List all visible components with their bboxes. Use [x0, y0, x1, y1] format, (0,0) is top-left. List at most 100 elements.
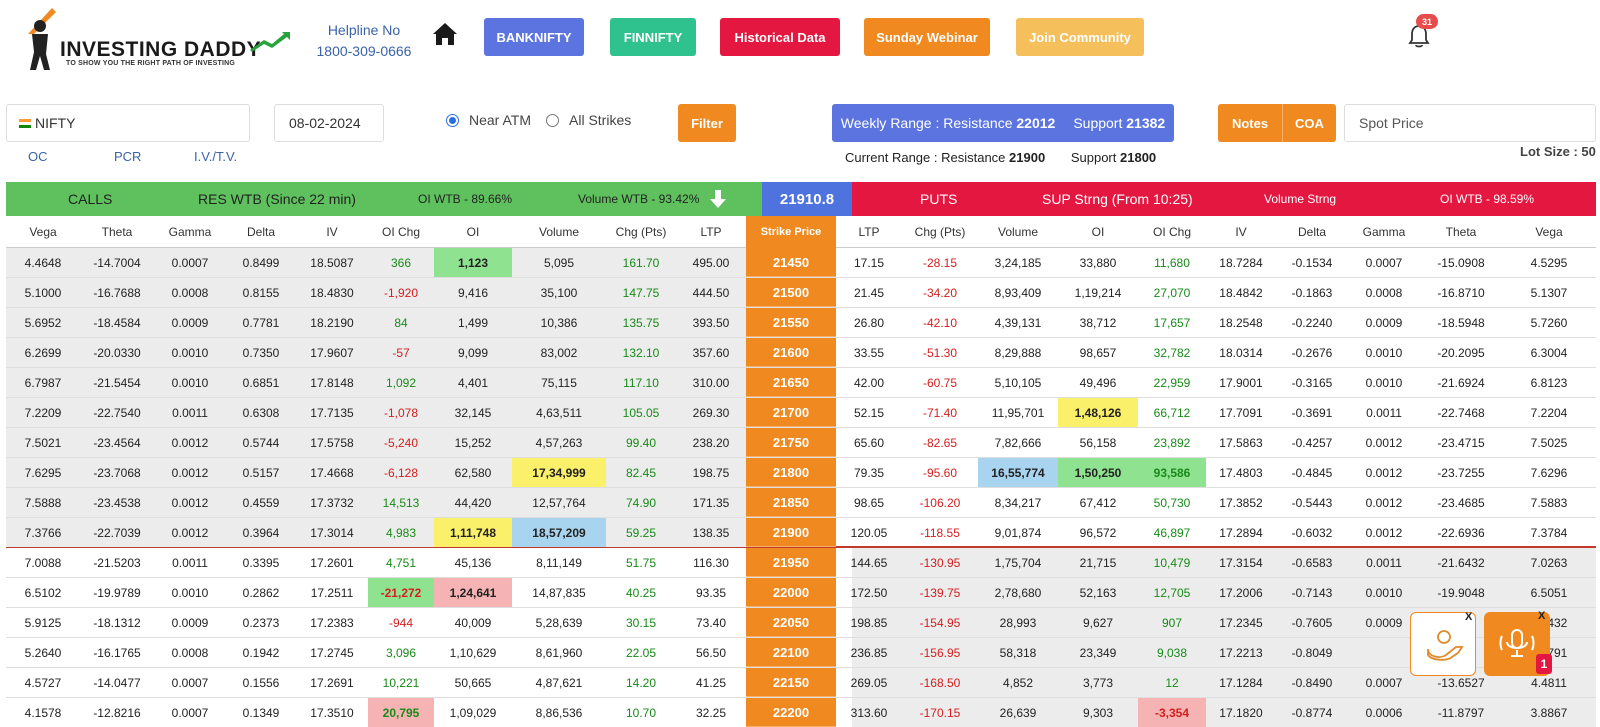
cell-puts-chg-pts: -154.95 [919, 615, 961, 630]
cell-strike-price[interactable]: 21700 [746, 398, 836, 427]
cell-calls-volume: 75,115 [541, 375, 577, 390]
cell-strike-price[interactable]: 22100 [746, 638, 836, 667]
table-row: 6.5102 -19.9789 0.0010 0.2862 17.2511 -21,272… [6, 578, 1596, 608]
cell-calls-iv: 17.2383 [310, 615, 354, 630]
col-header-calls-delta: Delta [246, 225, 275, 239]
cell-puts-gamma: 0.0007 [1365, 255, 1403, 270]
cell-calls-oi-chg: 366 [390, 255, 412, 270]
cell-puts-vega: 3.8867 [1530, 705, 1568, 720]
cell-puts-iv: 17.2894 [1219, 525, 1263, 540]
home-icon[interactable] [432, 22, 458, 46]
cell-calls-vega: 7.6295 [24, 465, 62, 480]
logo-text: INVESTING DADDY [60, 38, 262, 61]
cell-puts-chg-pts: -156.95 [919, 645, 961, 660]
cell-puts-vega: 7.5883 [1530, 495, 1568, 510]
cell-calls-volume: 35,100 [540, 285, 578, 300]
cell-puts-theta: -15.0908 [1437, 255, 1485, 270]
cell-puts-volume: 16,55,774 [978, 458, 1058, 487]
cell-strike-price[interactable]: 21450 [746, 248, 836, 277]
all-strikes-radio[interactable]: All Strikes [546, 112, 631, 128]
cell-calls-oi-chg: 4,751 [385, 555, 417, 570]
cell-strike-price[interactable]: 22150 [746, 668, 836, 697]
tab-pcr[interactable]: PCR [114, 149, 141, 164]
filter-button[interactable]: Filter [678, 104, 736, 142]
cell-calls-gamma: 0.0012 [171, 465, 209, 480]
cell-strike-price[interactable]: 21500 [746, 278, 836, 307]
cell-calls-theta: -18.4584 [93, 315, 141, 330]
symbol-select[interactable]: NIFTY [6, 104, 250, 142]
cell-calls-oi-chg: -6,128 [383, 465, 419, 480]
cell-puts-volume: 28,993 [999, 615, 1037, 630]
cell-strike-price[interactable]: 22050 [746, 608, 836, 637]
cell-strike-price[interactable]: 21750 [746, 428, 836, 457]
cell-puts-oi: 21,715 [1079, 555, 1117, 570]
cell-calls-theta: -23.7068 [93, 465, 141, 480]
col-header-puts-vega: Vega [1535, 225, 1563, 239]
cell-strike-price[interactable]: 21850 [746, 488, 836, 517]
col-header-strike-price: Strike Price [746, 216, 836, 248]
close-icon[interactable]: X [1538, 610, 1545, 622]
cell-puts-oi-chg: 93,586 [1138, 458, 1206, 487]
cell-puts-volume: 5,10,105 [994, 375, 1042, 390]
expiry-date-input[interactable]: 08-02-2024 [274, 104, 384, 142]
cell-puts-theta: -23.7255 [1437, 465, 1485, 480]
cell-puts-ltp: 198.85 [850, 615, 888, 630]
spot-price-input[interactable]: Spot Price [1344, 104, 1596, 142]
cell-strike-price[interactable]: 22200 [746, 698, 836, 727]
cell-calls-iv: 18.5087 [310, 255, 354, 270]
notes-button[interactable]: Notes [1218, 104, 1282, 142]
cell-calls-ltp: 73.40 [695, 615, 727, 630]
cell-puts-ltp: 26.80 [853, 315, 885, 330]
cell-calls-vega: 5.6952 [24, 315, 62, 330]
near-atm-radio[interactable]: Near ATM [446, 112, 531, 128]
col-header-calls-volume: Volume [538, 225, 580, 239]
cell-calls-delta: 0.7781 [242, 315, 280, 330]
cell-puts-delta: -0.8049 [1291, 645, 1333, 660]
cell-puts-delta: -0.1863 [1291, 285, 1333, 300]
cell-strike-price[interactable]: 21650 [746, 368, 836, 397]
cell-puts-chg-pts: -130.95 [919, 555, 961, 570]
cell-calls-chg-pts: 82.45 [625, 465, 657, 480]
cell-calls-delta: 0.3964 [242, 525, 280, 540]
cell-calls-oi-chg: 1,092 [385, 375, 417, 390]
cell-puts-chg-pts: -106.20 [919, 495, 961, 510]
brand-logo[interactable]: INVESTING DADDY TO SHOW YOU THE RIGHT PA… [18, 4, 298, 74]
puts-sup-strng: SUP Strng (From 10:25) [1042, 191, 1193, 207]
cell-strike-price[interactable]: 22000 [746, 578, 836, 607]
cell-strike-price[interactable]: 21900 [746, 518, 836, 547]
cell-calls-chg-pts: 117.10 [623, 375, 659, 390]
cell-calls-oi-chg: 20,795 [368, 698, 434, 727]
cell-calls-oi: 44,420 [454, 495, 492, 510]
cell-calls-oi-chg: -1,078 [383, 405, 419, 420]
nav-sunday-webinar-button[interactable]: Sunday Webinar [864, 18, 990, 56]
cell-puts-ltp: 42.00 [853, 375, 885, 390]
cell-strike-price[interactable]: 21550 [746, 308, 836, 337]
tab-iv-tv[interactable]: I.V./T.V. [194, 149, 237, 164]
genie-widget[interactable]: X [1410, 611, 1476, 676]
helpline[interactable]: Helpline No 1800-309-0666 [312, 20, 416, 62]
cell-calls-theta: -22.7039 [93, 525, 141, 540]
close-icon[interactable]: X [1465, 611, 1472, 623]
puts-oi-wtb: OI WTB - 98.59% [1440, 192, 1535, 206]
cell-puts-oi: 33,880 [1079, 255, 1117, 270]
cell-calls-volume: 5,095 [543, 255, 575, 270]
cell-puts-gamma: 0.0007 [1365, 675, 1403, 690]
coa-button[interactable]: COA [1282, 104, 1336, 142]
cell-puts-iv: 17.2006 [1219, 585, 1263, 600]
table-row: 5.6952 -18.4584 0.0009 0.7781 18.2190 84 1,499… [6, 308, 1596, 338]
nav-banknifty-button[interactable]: BANKNIFTY [484, 18, 584, 56]
nav-join-community-button[interactable]: Join Community [1016, 18, 1144, 56]
cell-calls-oi: 62,580 [454, 465, 492, 480]
cell-strike-price[interactable]: 21600 [746, 338, 836, 367]
cell-puts-vega: 7.0263 [1530, 555, 1568, 570]
cell-calls-volume: 4,63,511 [536, 405, 582, 420]
cell-puts-iv: 17.3852 [1219, 495, 1263, 510]
nav-historical-data-button[interactable]: Historical Data [720, 18, 840, 56]
helpline-number[interactable]: 1800-309-0666 [312, 41, 416, 62]
nav-finnifty-button[interactable]: FINNIFTY [610, 18, 696, 56]
cell-strike-price[interactable]: 21800 [746, 458, 836, 487]
tab-oc[interactable]: OC [28, 149, 48, 164]
cell-calls-oi-chg: 14,513 [382, 495, 420, 510]
cell-puts-gamma: 0.0008 [1365, 285, 1403, 300]
cell-strike-price[interactable]: 21950 [746, 548, 836, 577]
